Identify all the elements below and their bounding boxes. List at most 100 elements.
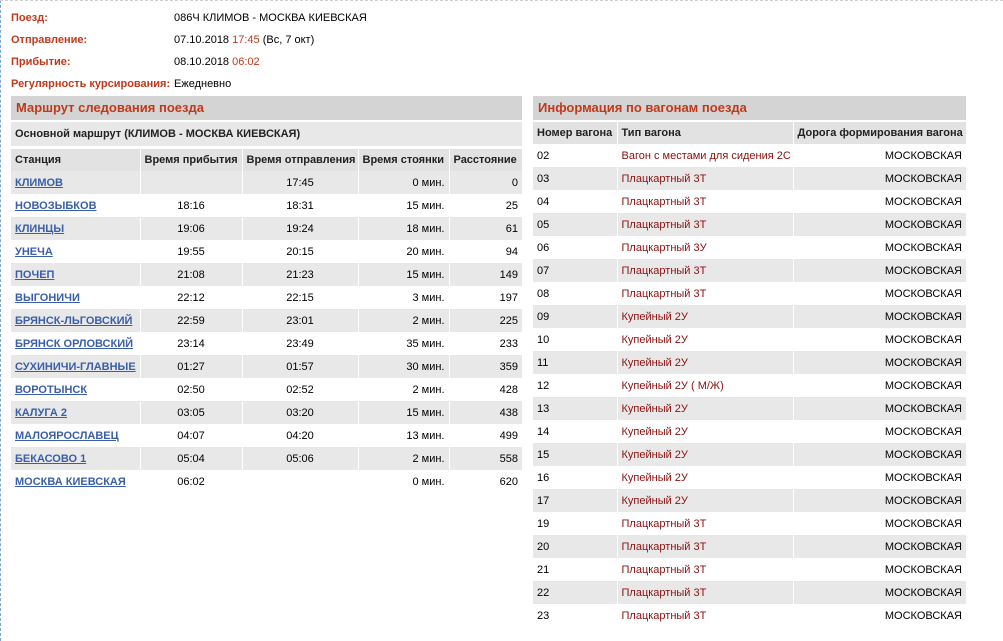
car-type-cell: Плацкартный 3Т — [616, 259, 793, 282]
station-link[interactable]: БРЯНСК-ЛЬГОВСКИЙ — [15, 315, 132, 327]
arrival-time-cell: 03:05 — [139, 401, 242, 424]
departure-time-cell: 18:31 — [241, 194, 358, 217]
station-link[interactable]: НОВОЗЫБКОВ — [15, 200, 97, 212]
car-row: 11 Купейный 2У МОСКОВСКАЯ — [533, 351, 966, 374]
station-link[interactable]: ВОРОТЫНСК — [15, 384, 87, 396]
cars-header-row: Номер вагона Тип вагона Дорога формирова… — [533, 122, 966, 144]
car-row: 14 Купейный 2У МОСКОВСКАЯ — [533, 420, 966, 443]
car-type-cell: Плацкартный 3Т — [616, 282, 793, 305]
arrival-time-cell: 02:50 — [139, 378, 242, 401]
car-row: 13 Купейный 2У МОСКОВСКАЯ — [533, 397, 966, 420]
arrival-time-cell: 06:02 — [139, 470, 242, 493]
car-road-cell: МОСКОВСКАЯ — [792, 351, 966, 374]
car-number-cell: 21 — [533, 558, 617, 581]
distance-cell: 0 — [448, 171, 522, 194]
route-row: МАЛОЯРОСЛАВЕЦ 04:07 04:20 13 мин. 499 — [11, 424, 522, 447]
header-stop: Время стоянки — [357, 148, 449, 171]
car-road-cell: МОСКОВСКАЯ — [792, 282, 966, 305]
train-label: Поезд: — [11, 12, 48, 24]
station-link[interactable]: БЕКАСОВО 1 — [15, 453, 86, 465]
arrival-label: Прибытие: — [11, 56, 71, 68]
station-link[interactable]: ВЫГОНИЧИ — [15, 292, 80, 304]
car-number-cell: 15 — [533, 443, 617, 466]
car-row: 04 Плацкартный 3Т МОСКОВСКАЯ — [533, 190, 966, 213]
stop-duration-cell: 2 мин. — [357, 378, 449, 401]
station-cell: ВОРОТЫНСК — [11, 378, 140, 401]
stop-duration-cell: 20 мин. — [357, 240, 449, 263]
car-number-cell: 08 — [533, 282, 617, 305]
stop-duration-cell: 2 мин. — [357, 309, 449, 332]
header-station: Станция — [11, 148, 140, 171]
departure-time-cell: 03:20 — [241, 401, 358, 424]
car-row: 19 Плацкартный 3Т МОСКОВСКАЯ — [533, 512, 966, 535]
car-row: 06 Плацкартный 3У МОСКОВСКАЯ — [533, 236, 966, 259]
cars-title: Информация по вагонам поезда — [533, 96, 966, 120]
route-row: ВЫГОНИЧИ 22:12 22:15 3 мин. 197 — [11, 286, 522, 309]
car-row: 22 Плацкартный 3Т МОСКОВСКАЯ — [533, 581, 966, 604]
station-link[interactable]: КЛИМОВ — [15, 177, 63, 189]
car-number-cell: 09 — [533, 305, 617, 328]
route-row: СУХИНИЧИ-ГЛАВНЫЕ 01:27 01:57 30 мин. 359 — [11, 355, 522, 378]
departure-time-cell: 22:15 — [241, 286, 358, 309]
page-top-border — [0, 0, 1003, 1]
departure-time-cell: 23:01 — [241, 309, 358, 332]
arrival-time-cell: 19:06 — [139, 217, 242, 240]
route-section: Маршрут следования поезда Основной маршр… — [11, 96, 522, 493]
station-cell: БРЯНСК-ЛЬГОВСКИЙ — [11, 309, 140, 332]
car-road-cell: МОСКОВСКАЯ — [792, 374, 966, 397]
header-distance: Расстояние — [448, 148, 522, 171]
station-cell: КЛИМОВ — [11, 171, 140, 194]
station-cell: СУХИНИЧИ-ГЛАВНЫЕ — [11, 355, 140, 378]
station-cell: ВЫГОНИЧИ — [11, 286, 140, 309]
departure-date: 07.10.2018 — [174, 34, 230, 46]
station-link[interactable]: СУХИНИЧИ-ГЛАВНЫЕ — [15, 361, 136, 373]
car-row: 05 Плацкартный 3Т МОСКОВСКАЯ — [533, 213, 966, 236]
car-type-cell: Плацкартный 3Т — [616, 535, 793, 558]
station-link[interactable]: КАЛУГА 2 — [15, 407, 67, 419]
route-row: БРЯНСК-ЛЬГОВСКИЙ 22:59 23:01 2 мин. 225 — [11, 309, 522, 332]
departure-value: 07.10.2018 17:45 (Вс, 7 окт) — [174, 29, 367, 51]
station-cell: КЛИНЦЫ — [11, 217, 140, 240]
route-table-body: КЛИМОВ 17:45 0 мин. 0 НОВОЗЫБКОВ 18:16 18:31 15… — [11, 171, 522, 493]
route-row: КЛИМОВ 17:45 0 мин. 0 — [11, 171, 522, 194]
route-row: КАЛУГА 2 03:05 03:20 15 мин. 438 — [11, 401, 522, 424]
header-car-type: Тип вагона — [616, 122, 793, 144]
car-row: 23 Плацкартный 3Т МОСКОВСКАЯ — [533, 604, 966, 627]
stop-duration-cell: 18 мин. — [357, 217, 449, 240]
departure-time-cell: 17:45 — [241, 171, 358, 194]
station-link[interactable]: МОСКВА КИЕВСКАЯ — [15, 476, 126, 488]
departure-time-cell: 23:49 — [241, 332, 358, 355]
station-link[interactable]: ПОЧЕП — [15, 269, 54, 281]
departure-time: 17:45 — [232, 34, 260, 46]
route-table: Станция Время прибытия Время отправления… — [11, 148, 522, 493]
car-road-cell: МОСКОВСКАЯ — [792, 305, 966, 328]
car-number-cell: 03 — [533, 167, 617, 190]
station-link[interactable]: БРЯНСК ОРЛОВСКИЙ — [15, 338, 133, 350]
distance-cell: 197 — [448, 286, 522, 309]
station-link[interactable]: УНЕЧА — [15, 246, 53, 258]
stop-duration-cell: 15 мин. — [357, 263, 449, 286]
route-row: НОВОЗЫБКОВ 18:16 18:31 15 мин. 25 — [11, 194, 522, 217]
station-cell: НОВОЗЫБКОВ — [11, 194, 140, 217]
route-row: ПОЧЕП 21:08 21:23 15 мин. 149 — [11, 263, 522, 286]
car-road-cell: МОСКОВСКАЯ — [792, 190, 966, 213]
car-number-cell: 17 — [533, 489, 617, 512]
train-info: Поезд: 086Ч КЛИМОВ - МОСКВА КИЕВСКАЯ Отп… — [11, 7, 367, 95]
route-row: УНЕЧА 19:55 20:15 20 мин. 94 — [11, 240, 522, 263]
car-type-cell: Купейный 2У — [616, 397, 793, 420]
car-row: 10 Купейный 2У МОСКОВСКАЯ — [533, 328, 966, 351]
car-type-cell: Купейный 2У — [616, 328, 793, 351]
distance-cell: 149 — [448, 263, 522, 286]
car-road-cell: МОСКОВСКАЯ — [792, 236, 966, 259]
car-type-cell: Вагон с местами для сидения 2С — [616, 144, 793, 167]
station-link[interactable]: МАЛОЯРОСЛАВЕЦ — [15, 430, 119, 442]
car-row: 02 Вагон с местами для сидения 2С МОСКОВСК… — [533, 144, 966, 167]
departure-time-cell: 04:20 — [241, 424, 358, 447]
station-link[interactable]: КЛИНЦЫ — [15, 223, 64, 235]
departure-time-cell — [241, 470, 358, 493]
arrival-time: 06:02 — [232, 56, 260, 68]
car-number-cell: 14 — [533, 420, 617, 443]
car-type-cell: Плацкартный 3Т — [616, 213, 793, 236]
train-row: Поезд: 086Ч КЛИМОВ - МОСКВА КИЕВСКАЯ — [11, 7, 367, 29]
departure-row: Отправление: 07.10.2018 17:45 (Вс, 7 окт… — [11, 29, 367, 51]
